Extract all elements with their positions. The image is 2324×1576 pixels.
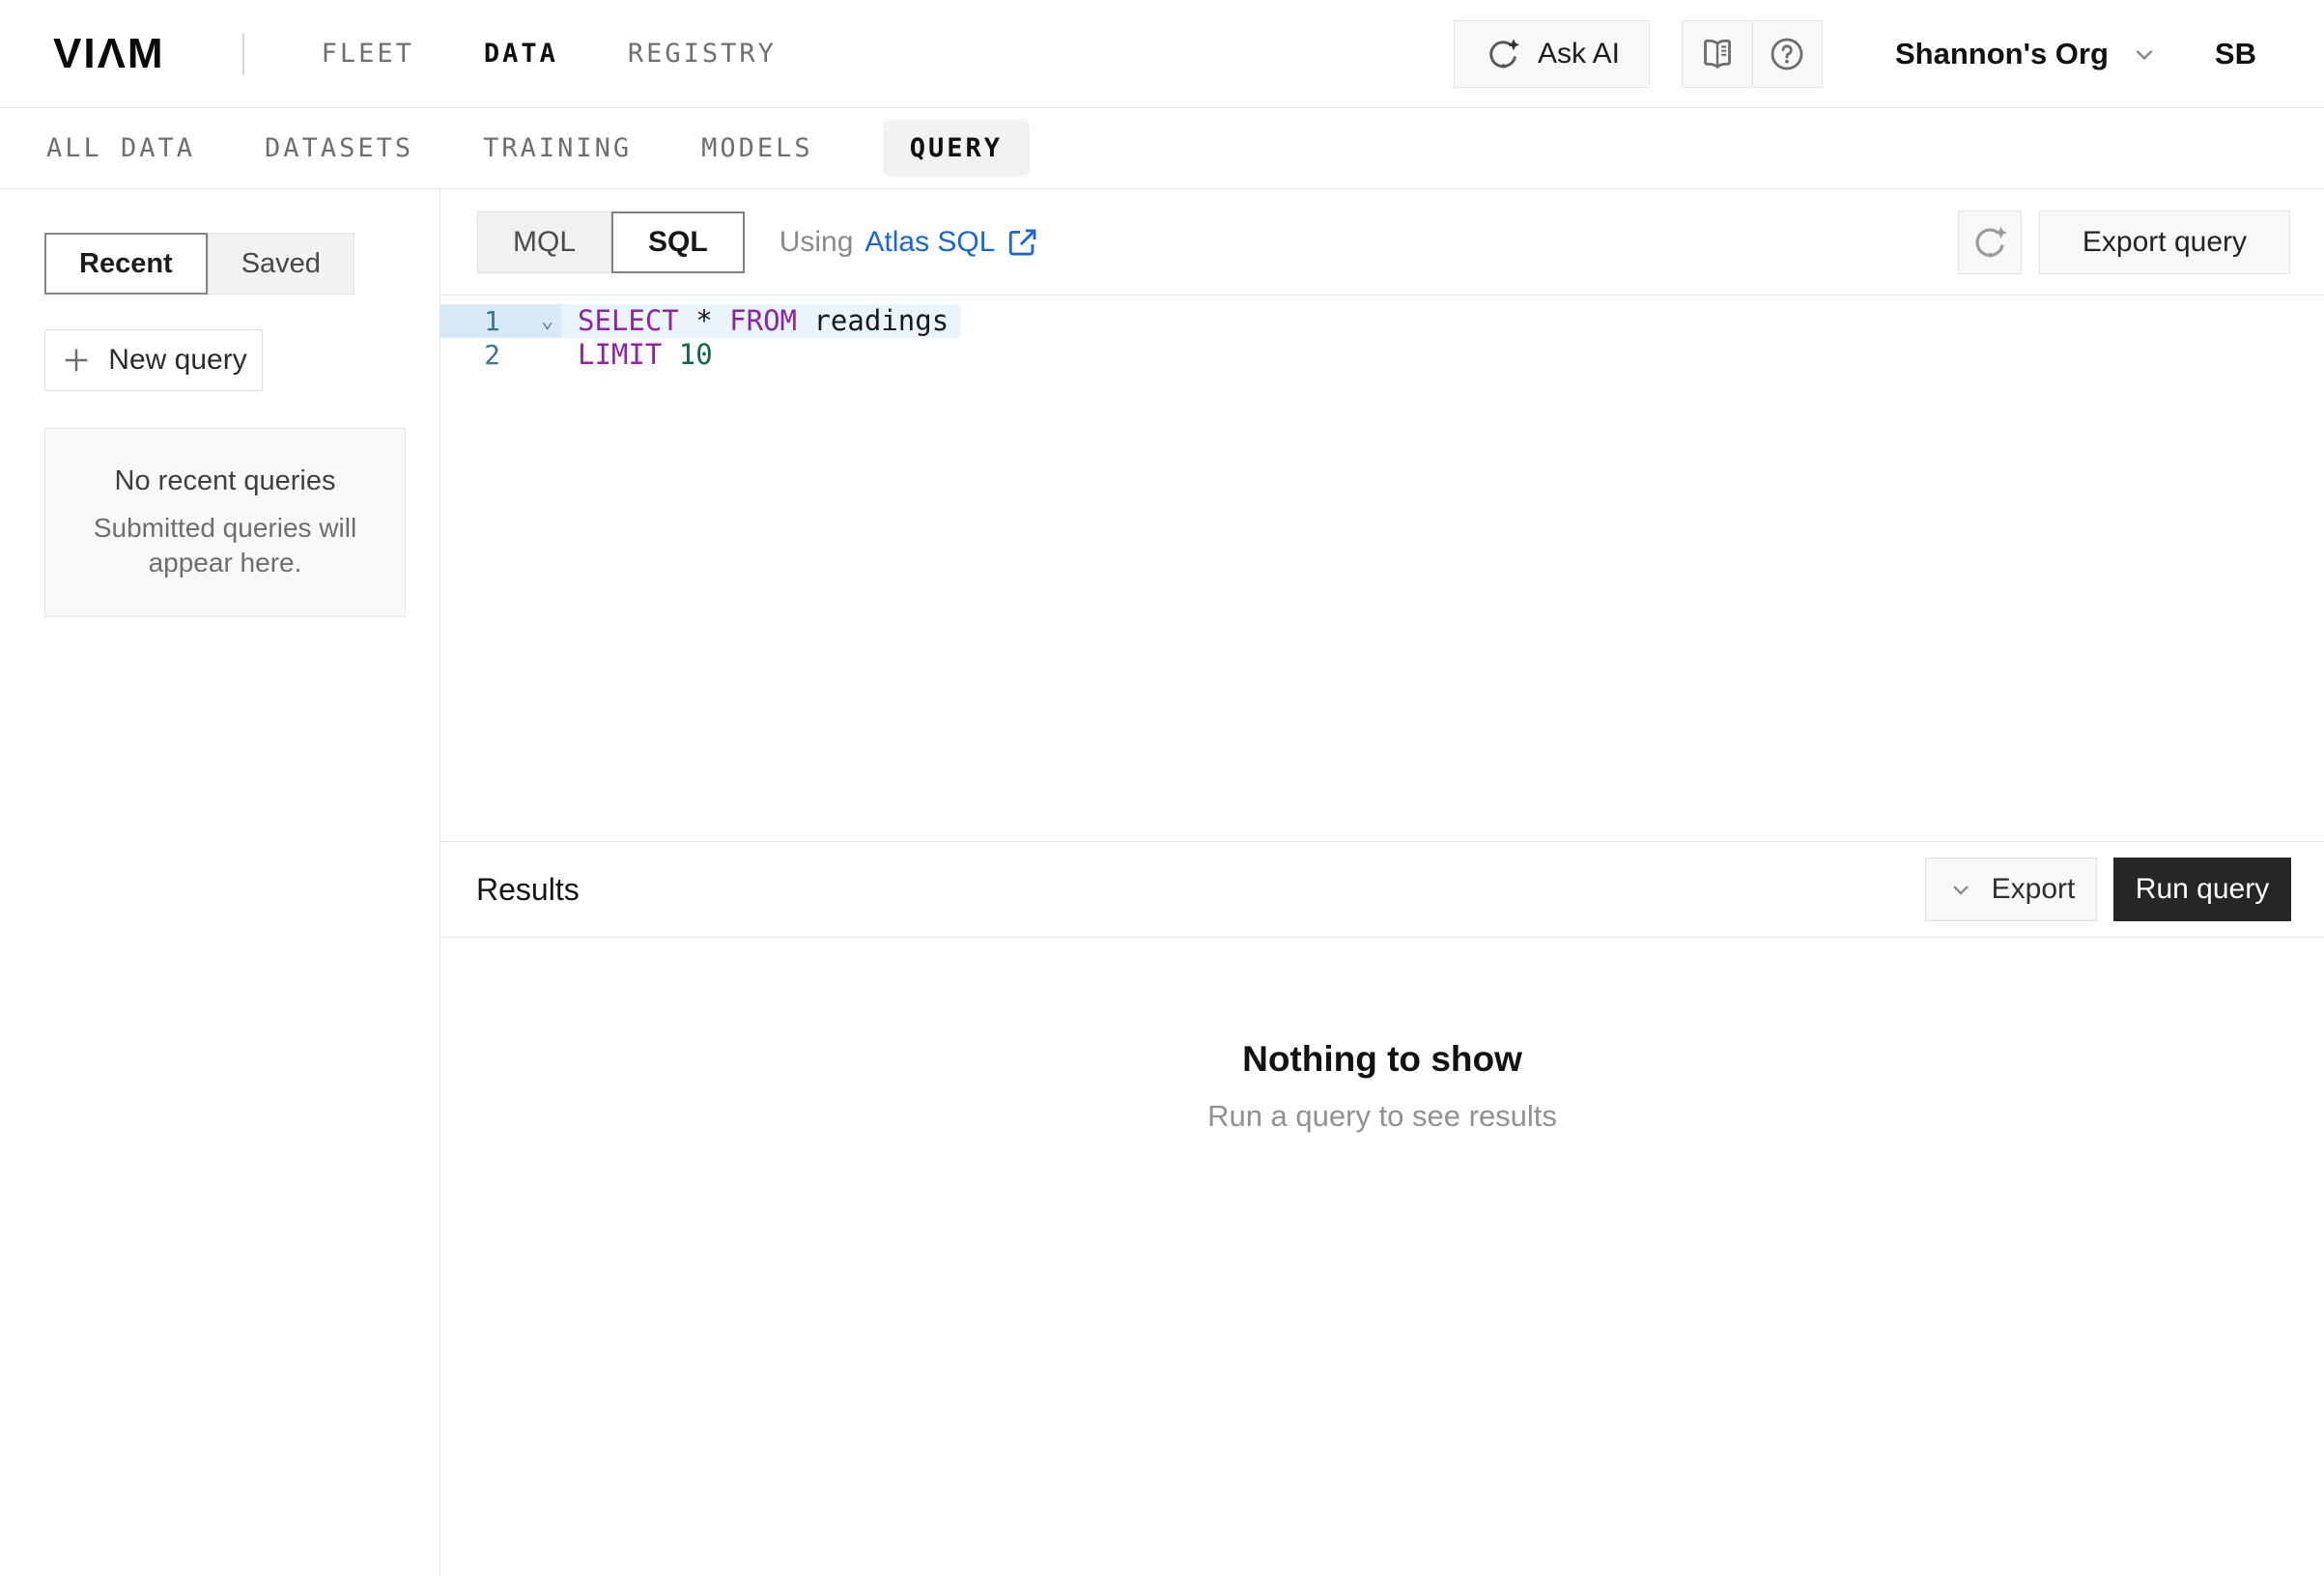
new-query-button[interactable]: New query <box>44 329 263 391</box>
ai-sparkle-refresh-icon <box>1484 35 1522 73</box>
plus-icon <box>60 344 93 377</box>
line-1-gutter: 1 ⌄ <box>440 304 561 338</box>
top-nav-right: Ask AI <box>1454 20 2256 88</box>
empty-state-title: No recent queries <box>115 465 336 497</box>
org-name: Shannon's Org <box>1895 37 2109 71</box>
sql-keyword: LIMIT <box>578 338 662 372</box>
org-switcher[interactable]: Shannon's Org <box>1895 37 2159 71</box>
using-label: Using <box>779 226 854 259</box>
chevron-down-icon <box>1947 876 1974 903</box>
external-link-icon <box>1006 226 1039 259</box>
fold-chevron-icon[interactable]: ⌄ <box>541 311 553 332</box>
page-content: Recent Saved New query No recent queries… <box>0 189 2324 1576</box>
recent-tab[interactable]: Recent <box>44 233 208 295</box>
sql-keyword: SELECT <box>578 304 679 338</box>
export-query-label: Export query <box>2083 226 2247 259</box>
results-empty-subtitle: Run a query to see results <box>1207 1099 1557 1134</box>
data-sub-nav: ALL DATA DATASETS TRAINING MODELS QUERY <box>0 108 2324 189</box>
nav-link-fleet[interactable]: FLEET <box>322 39 414 69</box>
code-line-1: 1 ⌄ SELECT * FROM readings <box>440 304 2324 338</box>
language-toggle: MQL SQL <box>477 211 745 273</box>
new-query-label: New query <box>108 344 246 377</box>
sql-number-literal: 10 <box>679 338 713 372</box>
atlas-sql-link-label: Atlas SQL <box>864 226 995 259</box>
line-number: 1 <box>440 304 500 338</box>
ask-ai-label: Ask AI <box>1538 38 1620 70</box>
chevron-down-icon <box>2130 40 2159 69</box>
run-query-label: Run query <box>2136 873 2269 906</box>
nav-link-data[interactable]: DATA <box>484 39 558 69</box>
sql-star: * <box>695 304 712 338</box>
docs-book-icon <box>1698 35 1737 73</box>
top-nav-links: FLEET DATA REGISTRY <box>322 39 777 69</box>
atlas-sql-link[interactable]: Atlas SQL <box>864 226 1039 259</box>
mql-tab[interactable]: MQL <box>477 211 611 273</box>
line-2-gutter: 2 <box>440 338 561 372</box>
tab-query[interactable]: QUERY <box>883 120 1030 177</box>
empty-state-subtitle: Submitted queries will appear here. <box>80 511 370 580</box>
sql-code-editor[interactable]: 1 ⌄ SELECT * FROM readings 2 LIMIT 10 <box>440 296 2324 841</box>
ask-ai-button[interactable]: Ask AI <box>1454 20 1650 88</box>
tab-datasets[interactable]: DATASETS <box>265 120 413 177</box>
results-header: Results Export Run query <box>440 841 2324 938</box>
query-main-panel: MQL SQL Using Atlas SQL <box>440 189 2324 1576</box>
logo-divider <box>242 33 244 75</box>
export-results-label: Export <box>1992 873 2076 906</box>
tab-training[interactable]: TRAINING <box>483 120 632 177</box>
sql-table-name: readings <box>797 304 949 338</box>
results-empty-title: Nothing to show <box>1242 1039 1522 1080</box>
documentation-button[interactable] <box>1683 21 1752 87</box>
help-icon-group <box>1682 20 1823 88</box>
sql-keyword: FROM <box>729 304 797 338</box>
user-avatar-initials[interactable]: SB <box>2215 37 2256 71</box>
nav-link-registry[interactable]: REGISTRY <box>628 39 777 69</box>
results-empty-state: Nothing to show Run a query to see resul… <box>440 938 2324 1576</box>
tab-all-data[interactable]: ALL DATA <box>46 120 195 177</box>
tab-models[interactable]: MODELS <box>701 120 813 177</box>
top-nav: VIΛM FLEET DATA REGISTRY Ask AI <box>0 0 2324 108</box>
recent-saved-toggle: Recent Saved <box>44 233 439 295</box>
sql-tab[interactable]: SQL <box>611 211 745 273</box>
toolbar-right-actions: Export query <box>1958 211 2290 274</box>
ai-generate-query-button[interactable] <box>1958 211 2022 274</box>
export-query-button[interactable]: Export query <box>2039 211 2290 274</box>
code-line-1-text: SELECT * FROM readings <box>561 304 960 338</box>
results-actions: Export Run query <box>1925 858 2291 921</box>
export-results-button[interactable]: Export <box>1925 858 2097 921</box>
code-line-2: 2 LIMIT 10 <box>440 338 2324 372</box>
query-toolbar: MQL SQL Using Atlas SQL <box>440 189 2324 296</box>
help-icon <box>1768 35 1806 73</box>
run-query-button[interactable]: Run query <box>2113 858 2291 921</box>
line-number: 2 <box>440 338 500 372</box>
ai-sparkle-refresh-icon <box>1970 222 2010 263</box>
results-title: Results <box>476 872 580 908</box>
saved-tab[interactable]: Saved <box>208 233 354 295</box>
code-line-2-text: LIMIT 10 <box>561 338 724 372</box>
query-sidebar: Recent Saved New query No recent queries… <box>0 189 440 1576</box>
help-button[interactable] <box>1752 21 1822 87</box>
viam-logo[interactable]: VIΛM <box>53 30 165 78</box>
recent-queries-empty-state: No recent queries Submitted queries will… <box>44 428 406 617</box>
using-atlas-sql: Using Atlas SQL <box>779 226 1040 259</box>
